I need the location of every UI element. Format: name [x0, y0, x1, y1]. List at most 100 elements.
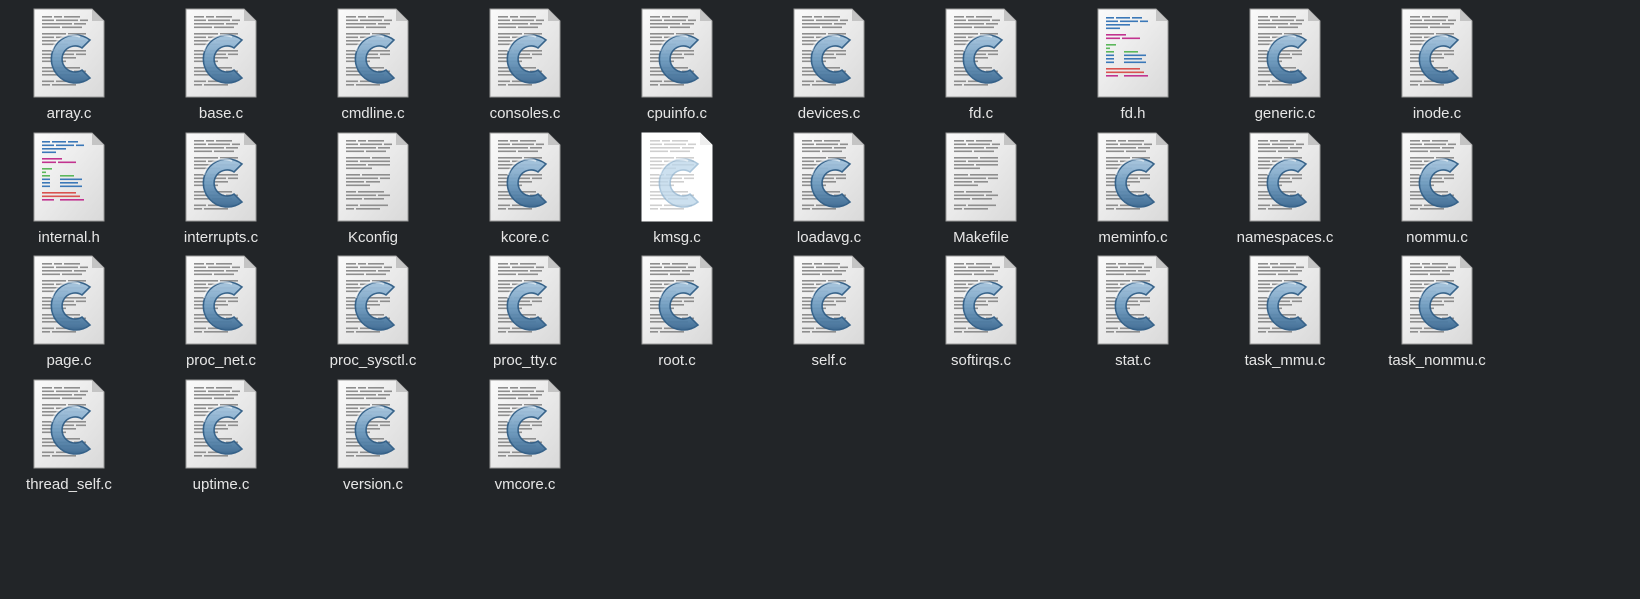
- file-name-label: vmcore.c: [494, 475, 556, 493]
- c-header-file-icon: [32, 131, 106, 223]
- file-name-label: kcore.c: [500, 228, 550, 246]
- file-name-label: loadavg.c: [796, 228, 862, 246]
- c-source-file-icon: [32, 254, 106, 346]
- c-source-file-icon: [640, 131, 714, 223]
- file-item[interactable]: proc_net.c: [145, 247, 297, 369]
- file-name-label: thread_self.c: [26, 475, 112, 493]
- file-name-label: cmdline.c: [341, 105, 405, 122]
- file-item[interactable]: consoles.c: [449, 0, 601, 122]
- file-name-label: Makefile: [953, 228, 1009, 246]
- c-source-file-icon: [184, 7, 258, 99]
- c-source-file-icon: [32, 7, 106, 99]
- c-source-file-icon: [1400, 131, 1474, 223]
- file-name-label: devices.c: [797, 105, 861, 122]
- c-source-file-icon: [1248, 254, 1322, 346]
- file-name-label: namespaces.c: [1236, 228, 1334, 246]
- file-item[interactable]: cpuinfo.c: [601, 0, 753, 122]
- c-source-file-icon: [640, 254, 714, 346]
- file-name-label: proc_net.c: [185, 352, 257, 369]
- file-item[interactable]: nommu.c: [1361, 124, 1513, 246]
- c-source-file-icon: [488, 7, 562, 99]
- file-item[interactable]: base.c: [145, 0, 297, 122]
- c-source-file-icon: [488, 254, 562, 346]
- file-name-label: softirqs.c: [950, 352, 1011, 369]
- file-item[interactable]: softirqs.c: [905, 247, 1057, 369]
- file-name-label: fd.h: [1120, 105, 1146, 122]
- file-name-label: version.c: [342, 475, 404, 493]
- file-name-label: generic.c: [1254, 105, 1316, 122]
- file-item[interactable]: stat.c: [1057, 247, 1209, 369]
- c-source-file-icon: [792, 7, 866, 99]
- file-item[interactable]: array.c: [0, 0, 145, 122]
- file-item[interactable]: Kconfig: [297, 124, 449, 246]
- file-name-label: nommu.c: [1406, 228, 1468, 246]
- file-name-label: array.c: [46, 105, 92, 122]
- file-item[interactable]: loadavg.c: [753, 124, 905, 246]
- c-source-file-icon: [792, 254, 866, 346]
- file-name-label: page.c: [46, 352, 92, 369]
- file-item[interactable]: devices.c: [753, 0, 905, 122]
- c-source-file-icon: [1248, 131, 1322, 223]
- c-source-file-icon: [1400, 254, 1474, 346]
- file-name-label: Kconfig: [347, 228, 399, 246]
- c-source-file-icon: [488, 131, 562, 223]
- file-item[interactable]: vmcore.c: [449, 371, 601, 493]
- file-item[interactable]: version.c: [297, 371, 449, 493]
- file-item[interactable]: namespaces.c: [1209, 124, 1361, 246]
- file-item[interactable]: proc_tty.c: [449, 247, 601, 369]
- file-item[interactable]: task_mmu.c: [1209, 247, 1361, 369]
- c-source-file-icon: [1248, 7, 1322, 99]
- file-item[interactable]: thread_self.c: [0, 371, 145, 493]
- c-source-file-icon: [1400, 7, 1474, 99]
- file-item[interactable]: fd.c: [905, 0, 1057, 122]
- c-header-file-icon: [1096, 7, 1170, 99]
- file-name-label: interrupts.c: [183, 228, 259, 246]
- file-item[interactable]: fd.h: [1057, 0, 1209, 122]
- file-item[interactable]: root.c: [601, 247, 753, 369]
- file-name-label: self.c: [811, 352, 847, 369]
- c-source-file-icon: [944, 254, 1018, 346]
- file-name-label: cpuinfo.c: [646, 105, 708, 122]
- file-item[interactable]: inode.c: [1361, 0, 1513, 122]
- text-file-icon: [336, 131, 410, 223]
- file-item[interactable]: kcore.c: [449, 124, 601, 246]
- file-item[interactable]: interrupts.c: [145, 124, 297, 246]
- file-item[interactable]: kmsg.c: [601, 124, 753, 246]
- c-source-file-icon: [184, 254, 258, 346]
- file-name-label: root.c: [658, 352, 696, 369]
- file-name-label: inode.c: [1412, 105, 1462, 122]
- file-name-label: internal.h: [38, 228, 100, 246]
- c-source-file-icon: [32, 378, 106, 470]
- file-item[interactable]: generic.c: [1209, 0, 1361, 122]
- file-item[interactable]: meminfo.c: [1057, 124, 1209, 246]
- file-name-label: stat.c: [1115, 352, 1151, 369]
- file-name-label: task_nommu.c: [1388, 352, 1486, 369]
- c-source-file-icon: [336, 378, 410, 470]
- c-source-file-icon: [184, 378, 258, 470]
- file-item[interactable]: page.c: [0, 247, 145, 369]
- c-source-file-icon: [792, 131, 866, 223]
- c-source-file-icon: [1096, 131, 1170, 223]
- c-source-file-icon: [336, 7, 410, 99]
- file-item[interactable]: internal.h: [0, 124, 145, 246]
- file-icon-grid: array.c base.c cmdline.c consoles.c cpuinfo.…: [0, 0, 1640, 599]
- file-item[interactable]: proc_sysctl.c: [297, 247, 449, 369]
- text-file-icon: [944, 131, 1018, 223]
- file-item[interactable]: task_nommu.c: [1361, 247, 1513, 369]
- file-name-label: kmsg.c: [653, 228, 701, 246]
- c-source-file-icon: [336, 254, 410, 346]
- file-name-label: proc_tty.c: [493, 352, 557, 369]
- file-name-label: uptime.c: [192, 475, 250, 493]
- file-item[interactable]: uptime.c: [145, 371, 297, 493]
- file-item[interactable]: cmdline.c: [297, 0, 449, 122]
- c-source-file-icon: [1096, 254, 1170, 346]
- file-item[interactable]: Makefile: [905, 124, 1057, 246]
- file-name-label: proc_sysctl.c: [329, 352, 417, 369]
- file-name-label: task_mmu.c: [1244, 352, 1326, 369]
- c-source-file-icon: [640, 7, 714, 99]
- file-item[interactable]: self.c: [753, 247, 905, 369]
- file-name-label: base.c: [198, 105, 244, 122]
- file-name-label: fd.c: [968, 105, 994, 122]
- c-source-file-icon: [184, 131, 258, 223]
- file-name-label: meminfo.c: [1098, 228, 1168, 246]
